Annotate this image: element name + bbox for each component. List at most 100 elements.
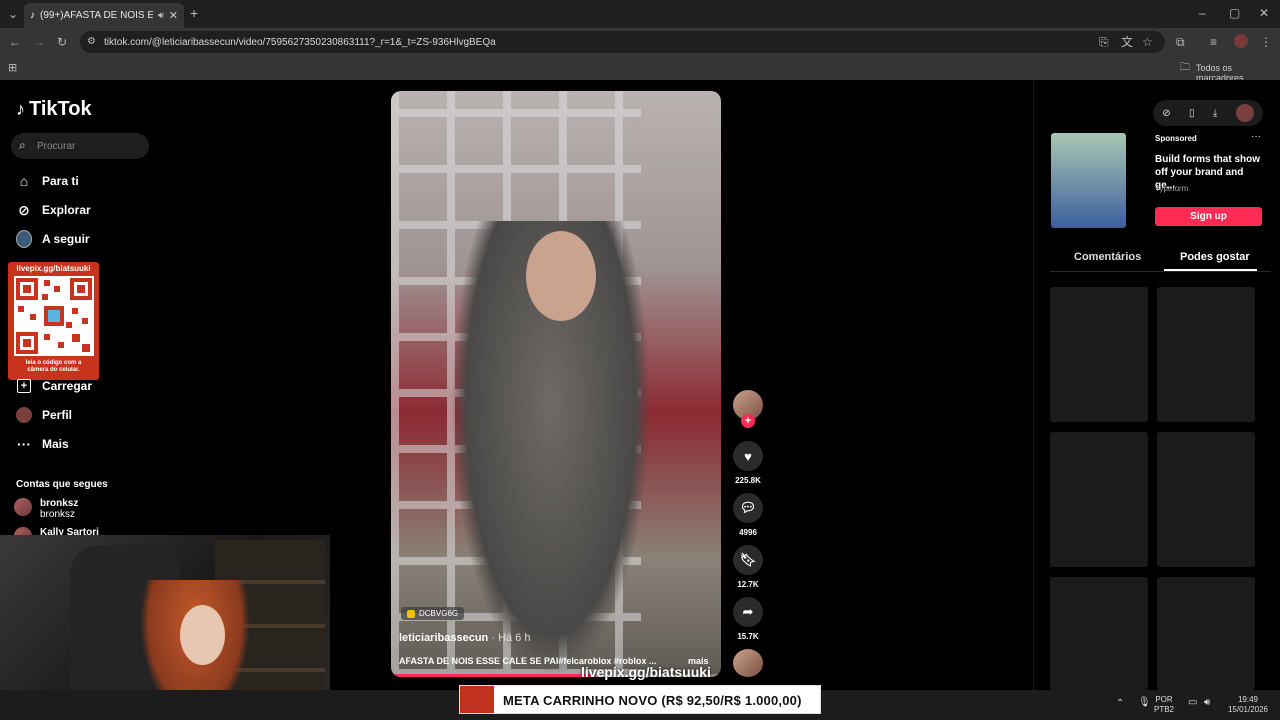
comment-button[interactable]: 💬︎ 4996 [733,493,763,537]
nav-following[interactable]: A seguir [16,230,90,248]
comment-icon: 💬︎ [733,493,763,523]
nav-more[interactable]: ··· Mais [16,436,69,452]
sound-avatar-button[interactable] [733,649,763,677]
extensions-icon[interactable]: ⧉ [1176,36,1185,48]
stream-goal-bar: META CARRINHO NOVO (R$ 92,50/R$ 1.000,00… [459,685,821,714]
browser-tab-active[interactable]: ♪ (99+)AFASTA DE NOIS ESSE 🔊︎ ✕ [24,3,184,28]
video-subject-head [526,231,596,321]
reload-icon[interactable]: ↻ [57,36,67,48]
creator-code-badge[interactable]: DCBVG6G [401,607,465,620]
browser-tab-bar: ⌄ ♪ (99+)AFASTA DE NOIS ESSE 🔊︎ ✕ + – ▢ … [0,0,1280,28]
qr-caption-line2: câmera do celular. [27,367,80,373]
suggested-video-tile[interactable] [1050,432,1148,567]
mobile-icon[interactable]: ▯ [1189,108,1195,119]
share-button[interactable]: ➦ 15.7K [733,597,763,641]
minimize-icon[interactable]: – [1199,7,1206,19]
clock[interactable]: 19:49 15/01/2026 [1226,695,1270,715]
video-author[interactable]: leticiaribassecun [399,632,488,644]
suggested-video-tile[interactable] [1157,432,1255,567]
install-app-icon[interactable]: ⎘ [1099,36,1109,48]
site-info-icon[interactable]: ⚙ [87,36,96,48]
suggested-video-tile[interactable] [1157,287,1255,422]
profile-avatar-icon [16,407,32,423]
chrome-menu-icon[interactable]: ⋮ [1260,36,1272,48]
language-code: POR [1155,695,1173,704]
close-window-icon[interactable]: ✕ [1259,7,1269,19]
new-tab-icon[interactable]: + [190,6,198,20]
speaker-icon[interactable]: 🔊︎ [158,10,164,21]
suggested-video-tile[interactable] [1157,577,1255,690]
share-count: 15.7K [737,632,759,641]
tab-divider [1050,271,1271,272]
compass-icon[interactable]: ⊘ [1162,108,1170,119]
goal-icon [460,686,494,713]
ad-brand[interactable]: Typeform [1155,184,1188,193]
tab-comments[interactable]: Comentários [1074,251,1141,263]
more-icon: ··· [17,436,31,452]
tiktok-note-icon: ♪ [16,99,25,119]
account-handle: bronksz [40,509,76,520]
follow-plus-icon[interactable]: + [741,414,755,428]
forward-icon[interactable]: → [33,36,45,48]
media-controls-icon[interactable]: ≡ [1210,36,1217,48]
save-button[interactable]: 🔖︎ 12.7K [733,545,763,589]
download-icon[interactable]: ⤓ [1213,108,1217,119]
following-accounts-title: Contas que segues [16,479,108,490]
creator-avatar-button[interactable]: + [733,390,763,428]
back-icon[interactable]: ← [9,36,21,48]
tray-chevron-icon[interactable]: ⌃ [1116,699,1124,709]
save-count: 12.7K [737,580,759,589]
url-text: tiktok.com/@leticiaribassecun/video/7595… [104,36,496,48]
display-icon[interactable]: ▭ [1188,698,1197,708]
qr-code [14,276,94,356]
close-tab-icon[interactable]: ✕ [169,9,178,22]
video-player[interactable]: DCBVG6G leticiaribassecun · Há 6 h AFAST… [391,91,721,677]
sponsored-label: Sponsored [1155,134,1197,143]
tiktok-logo[interactable]: ♪ TikTok [16,98,92,121]
like-count: 225.8K [735,476,761,485]
tiktok-favicon-icon: ♪ [30,10,35,21]
profile-avatar-icon[interactable] [1234,34,1248,48]
sign-up-button[interactable]: Sign up [1155,207,1262,226]
nav-for-you[interactable]: ⌂ Para ti [16,173,79,189]
folder-icon: 🗀 [1180,62,1190,73]
home-icon: ⌂ [19,173,29,189]
nav-upload[interactable]: + Carregar [16,378,92,394]
avatar[interactable] [1235,104,1254,122]
account-item[interactable]: bronksz bronksz [14,498,78,520]
like-button[interactable]: ♥ 225.8K [733,441,763,485]
video-progress-fill [391,674,596,677]
search-input[interactable]: ⌕ Procurar [11,133,149,159]
bookmarks-bar: ⊞ 🗀 Todos os marcadores [0,56,1280,83]
translate-icon[interactable]: 文 [1121,36,1133,48]
bookmark-star-icon[interactable]: ☆ [1142,36,1153,48]
restore-icon[interactable]: ▢ [1229,7,1240,19]
volume-icon[interactable]: 🔊︎ [1204,698,1210,708]
share-icon: ➦ [733,597,763,627]
tab-title: (99+)AFASTA DE NOIS ESSE [40,10,154,21]
clock-date: 15/01/2026 [1227,705,1269,714]
account-name: bronksz [40,498,79,509]
nav-profile[interactable]: Perfil [16,407,72,423]
nav-label: Perfil [42,408,73,422]
nav-label: Carregar [42,379,93,393]
nav-explore[interactable]: ⊘ Explorar [16,202,91,218]
comment-count: 4996 [739,528,757,537]
heart-icon: ♥ [733,441,763,471]
ad-more-options-icon[interactable]: ··· [1251,131,1261,142]
toolbar-pill: ⊘ ▯ ⤓ [1153,100,1263,126]
sound-avatar [733,649,763,677]
suggested-video-tile[interactable] [1050,287,1148,422]
video-author-line[interactable]: leticiaribassecun · Há 6 h [399,632,530,644]
microphone-icon[interactable]: 🎙︎ [1138,698,1151,708]
creator-code-icon [407,609,415,618]
upload-icon: + [16,378,32,394]
tab-suggested[interactable]: Podes gostar [1180,251,1250,263]
suggested-video-tile[interactable] [1050,577,1148,690]
language-indicator[interactable]: POR PTB2 [1154,695,1174,715]
apps-grid-icon[interactable]: ⊞ [8,62,17,74]
qr-caption-line1: leia o código com a [25,360,82,366]
tab-list-chevron-icon[interactable]: ⌄ [8,8,18,20]
ad-thumbnail[interactable] [1051,133,1126,228]
url-input[interactable]: ⚙ tiktok.com/@leticiaribassecun/video/75… [80,31,1165,53]
